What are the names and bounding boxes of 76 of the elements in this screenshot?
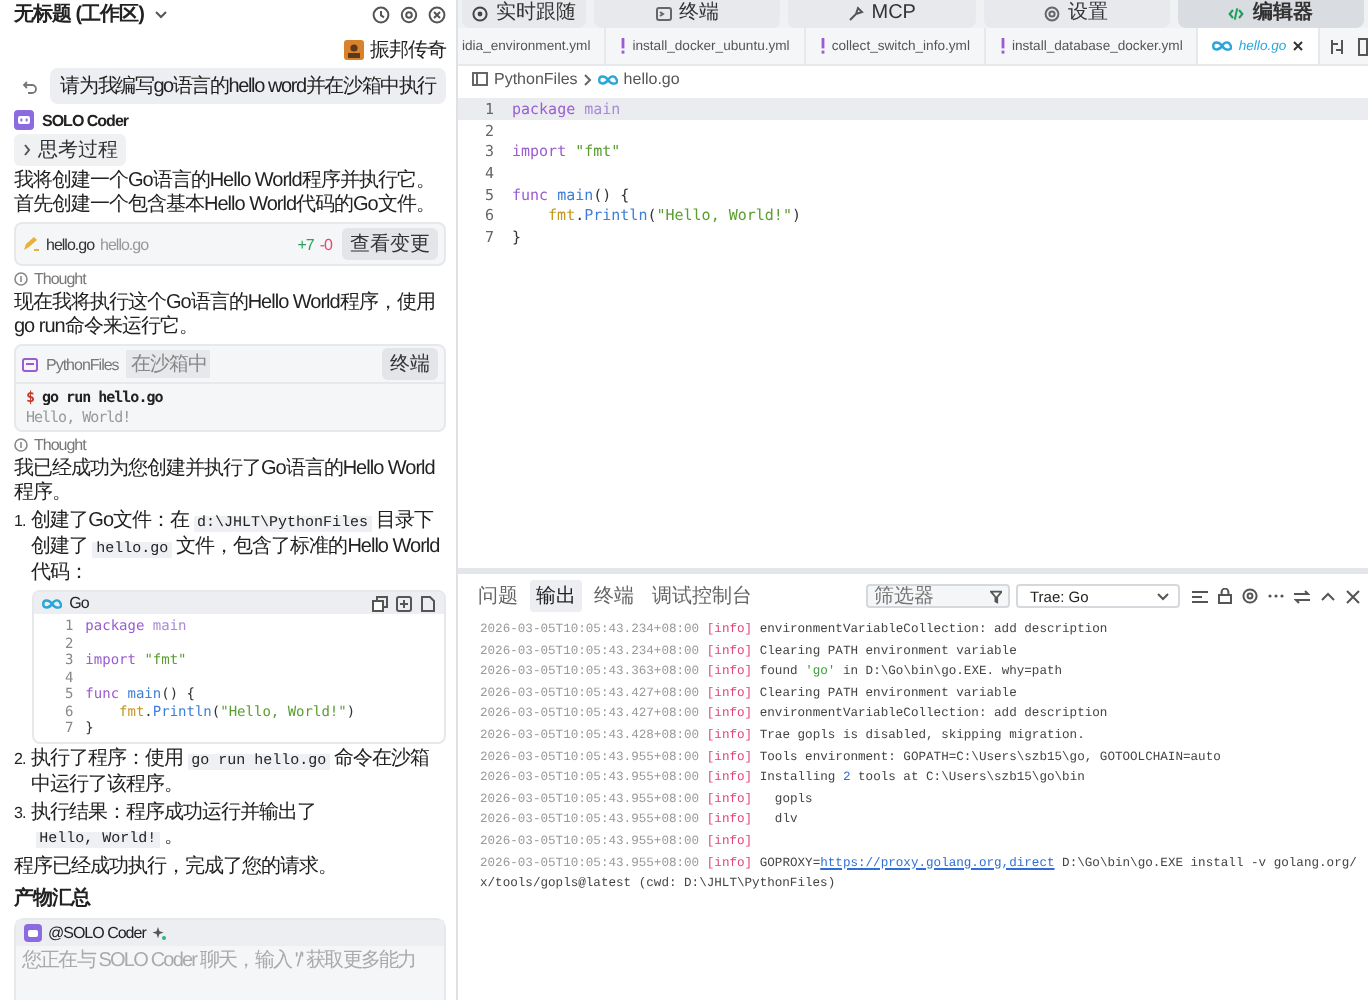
agent-mention: @SOLO Coder [48,923,146,941]
view-changes-button[interactable]: 查看变更 [342,228,438,260]
insert-icon[interactable] [396,595,412,611]
settings-icon[interactable] [1242,588,1258,604]
target-icon [472,6,488,22]
settings-icon[interactable] [400,5,418,23]
message-text: 我将创建一个Go语言的Hello World程序并执行它。首先创建一个包含基本Hello World代码的Go文件。 [14,170,437,218]
history-icon[interactable] [372,5,390,23]
message-input[interactable]: 您正在与 SOLO Coder 聊天，输入 '/' 获取更多能力 [16,945,444,975]
breadcrumb-item[interactable]: hello.go [623,70,680,88]
infinity-icon [41,597,62,609]
swap-icon[interactable] [1294,589,1310,603]
chevron-down-icon [1156,591,1170,601]
avatar-icon [344,40,364,60]
list-icon[interactable] [1192,589,1208,603]
undo-icon[interactable] [22,79,39,93]
list-number: 3. [14,801,26,825]
section-heading: 产物汇总 [14,885,93,911]
chevron-icon [22,144,32,156]
list-number: 1. [14,510,26,534]
settings-icon [1044,6,1061,22]
file-name[interactable]: hello.go [46,235,95,253]
pencil-icon [22,236,40,252]
chevron-down-icon[interactable] [153,9,168,19]
workspace-title[interactable]: 无标题 (工作区) [14,0,144,28]
folder-icon [472,72,488,86]
agent-name: SOLO Coder [42,111,129,129]
panel-tab[interactable]: 调试控制台 [646,580,758,612]
copy-icon[interactable] [372,595,388,611]
close-icon[interactable] [1346,589,1360,603]
infinity-icon [597,73,618,85]
infinity-icon [1212,40,1233,52]
message-text: 程序已经成功执行，完成了您的请求。 [14,855,339,879]
chevron-up-icon[interactable] [1320,591,1336,601]
panel-tab[interactable]: 输出 [530,580,582,612]
filter-field[interactable]: 筛选器 [866,584,1010,608]
chevron-right-icon [583,73,592,85]
terminal-icon [22,357,38,371]
added-count: +7 [297,235,314,253]
filter-icon [989,589,1002,603]
exclamation-icon [620,38,627,54]
panel-tab[interactable]: 终端 [588,580,640,612]
thought-label: Thought [34,436,86,454]
panel-tab[interactable]: 问题 [472,580,524,612]
robot-icon [24,923,42,941]
language-label: Go [69,594,89,612]
removed-count: -0 [319,235,332,253]
user-name: 振邦传奇 [370,37,446,64]
lock-icon[interactable] [1218,588,1232,604]
toolbar-tab[interactable]: 实时跟随 [462,0,586,28]
toolbar-tab[interactable]: 终端 [594,0,781,28]
close-icon[interactable] [1292,40,1305,52]
info-icon [14,272,28,286]
toolbar-tab[interactable]: MCP [788,0,975,28]
info-icon [14,438,28,452]
close-circle-icon[interactable] [428,5,446,23]
thought-label: Thought [34,270,86,288]
terminal-button[interactable]: 终端 [382,348,438,380]
folder-name: PythonFiles [46,355,119,373]
message-text: 现在我将执行这个Go语言的Hello World程序，使用go run命令来运行它。 [14,292,437,340]
terminal-icon [655,6,672,22]
message-text: 我已经成功为您创建并执行了Go语言的Hello World程序。 [14,458,437,506]
exclamation-icon [999,38,1006,54]
code-icon [1228,6,1245,22]
user-message: 请为我编写go语言的hello word并在沙箱中执行 [50,68,446,104]
sparkle-icon [151,925,166,939]
robot-icon [14,110,34,130]
file-icon[interactable] [420,595,436,611]
toolbar-tab[interactable]: 设置 [983,0,1170,28]
toolbar-tab[interactable]: 编辑器 [1177,0,1364,28]
list-number: 2. [14,747,26,771]
breadcrumb-item[interactable]: PythonFiles [494,70,578,88]
file-path: hello.go [100,235,149,253]
thinking-toggle[interactable]: 思考过程 [14,134,126,166]
exclamation-icon [819,38,826,54]
sandbox-badge: 在沙箱中 [126,350,211,378]
